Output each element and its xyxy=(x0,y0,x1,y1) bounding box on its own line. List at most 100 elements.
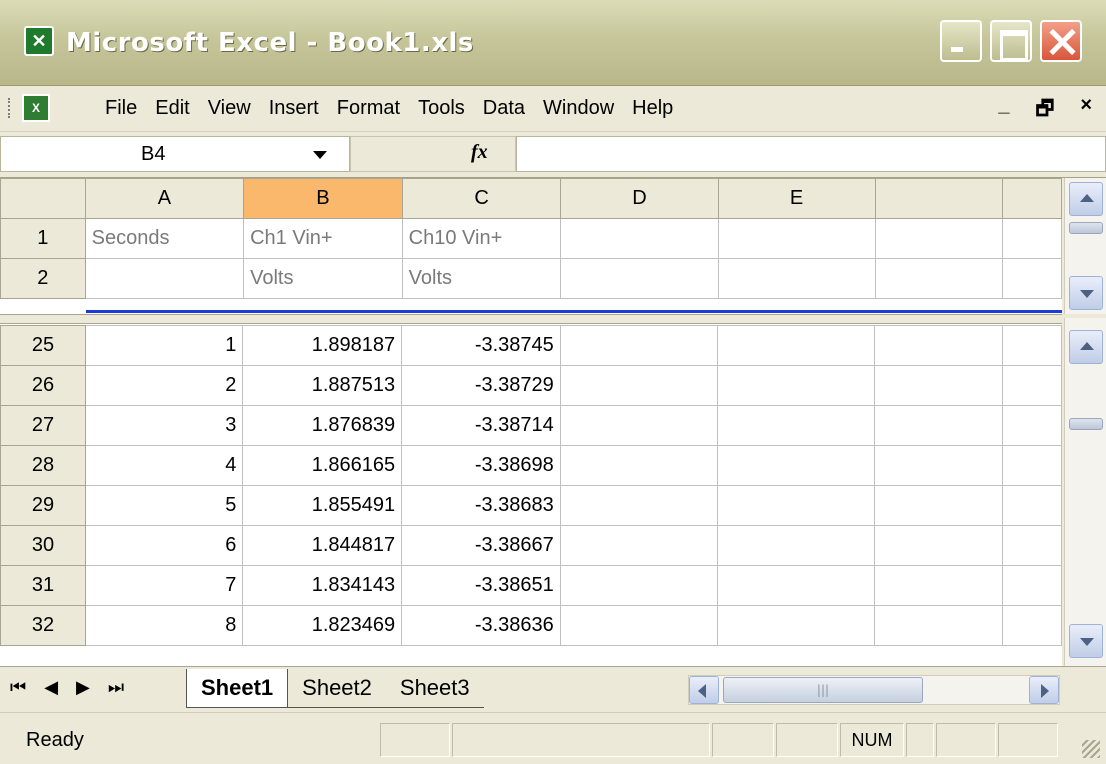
scroll-right-button[interactable] xyxy=(1029,676,1059,704)
cell[interactable]: 8 xyxy=(85,605,244,646)
cell[interactable]: 1.844817 xyxy=(242,525,403,566)
cell[interactable] xyxy=(874,405,1003,446)
toolbar-grip[interactable] xyxy=(8,98,12,118)
name-box-dropdown-icon[interactable] xyxy=(313,151,327,159)
scroll-left-button[interactable] xyxy=(689,676,719,704)
cell[interactable]: 1.823469 xyxy=(242,605,403,646)
cell[interactable] xyxy=(1001,525,1062,566)
cell[interactable]: Ch1 Vin+ xyxy=(243,218,403,259)
doc-restore-icon[interactable]: 🗗 xyxy=(1036,94,1055,128)
cell[interactable]: 1.898187 xyxy=(242,325,403,366)
cell[interactable]: Seconds xyxy=(84,218,245,259)
column-header-e[interactable]: E xyxy=(717,178,876,219)
row-header[interactable]: 31 xyxy=(0,565,87,606)
resize-grip-icon[interactable] xyxy=(1082,740,1100,758)
cell[interactable] xyxy=(716,605,876,646)
scroll-thumb[interactable] xyxy=(1069,418,1103,430)
menu-format[interactable]: Format xyxy=(328,96,409,120)
cell[interactable] xyxy=(560,218,719,259)
cell[interactable] xyxy=(559,485,718,526)
tab-sheet1[interactable]: Sheet1 xyxy=(186,669,289,708)
cell[interactable]: 1.834143 xyxy=(242,565,403,606)
tab-sheet3[interactable]: Sheet3 xyxy=(385,669,484,708)
menu-view[interactable]: View xyxy=(199,96,260,120)
menu-help[interactable]: Help xyxy=(623,96,682,120)
menu-edit[interactable]: Edit xyxy=(146,96,198,120)
cell[interactable] xyxy=(559,325,718,366)
cell[interactable] xyxy=(874,525,1003,566)
menu-window[interactable]: Window xyxy=(534,96,623,120)
cell[interactable]: -3.38651 xyxy=(401,565,561,606)
cell[interactable] xyxy=(560,258,719,299)
cell[interactable]: -3.38745 xyxy=(401,325,561,366)
cell[interactable] xyxy=(717,258,876,299)
pane-split-bar[interactable] xyxy=(0,314,1062,324)
scroll-up-button[interactable] xyxy=(1069,330,1103,364)
cell[interactable] xyxy=(1001,605,1062,646)
cell[interactable] xyxy=(874,445,1003,486)
cell[interactable] xyxy=(874,485,1003,526)
cell[interactable]: -3.38667 xyxy=(401,525,561,566)
scroll-down-button[interactable] xyxy=(1069,624,1103,658)
cell[interactable]: Volts xyxy=(243,258,403,299)
menu-file[interactable]: File xyxy=(96,96,146,120)
cell[interactable] xyxy=(1001,258,1062,299)
cell[interactable] xyxy=(874,605,1003,646)
cell[interactable]: 3 xyxy=(85,405,244,446)
column-header-g[interactable] xyxy=(1001,178,1062,219)
cell[interactable] xyxy=(1001,365,1062,406)
cell[interactable] xyxy=(874,325,1003,366)
column-header-b[interactable]: B xyxy=(243,178,403,219)
cell[interactable]: -3.38714 xyxy=(401,405,561,446)
row-header[interactable]: 28 xyxy=(0,445,87,486)
cell[interactable] xyxy=(874,565,1003,606)
row-header[interactable]: 1 xyxy=(0,218,86,259)
cell[interactable] xyxy=(1001,218,1062,259)
cell[interactable] xyxy=(716,325,876,366)
cell[interactable] xyxy=(559,365,718,406)
scroll-up-button[interactable] xyxy=(1069,182,1103,216)
horizontal-scrollbar[interactable]: ||| xyxy=(688,675,1060,705)
insert-function-button[interactable]: fx xyxy=(350,136,516,172)
row-header[interactable]: 30 xyxy=(0,525,87,566)
cell[interactable]: 6 xyxy=(85,525,244,566)
row-header[interactable]: 2 xyxy=(0,258,86,299)
name-box[interactable]: B4 xyxy=(0,136,350,172)
row-header[interactable]: 27 xyxy=(0,405,87,446)
cell[interactable] xyxy=(874,365,1003,406)
close-button[interactable] xyxy=(1040,20,1082,62)
maximize-button[interactable] xyxy=(990,20,1032,62)
horizontal-scroll-thumb[interactable]: ||| xyxy=(723,677,923,703)
prev-sheet-icon[interactable]: ◀ xyxy=(44,677,58,698)
cell[interactable]: Ch10 Vin+ xyxy=(401,218,562,259)
row-header[interactable]: 26 xyxy=(0,365,87,406)
menu-data[interactable]: Data xyxy=(474,96,534,120)
cell[interactable] xyxy=(1001,485,1062,526)
cell[interactable]: 1.887513 xyxy=(242,365,403,406)
cell[interactable] xyxy=(559,565,718,606)
cell[interactable]: -3.38698 xyxy=(401,445,561,486)
cell[interactable] xyxy=(1001,405,1062,446)
cell[interactable] xyxy=(874,218,1003,259)
top-pane-scrollbar[interactable] xyxy=(1064,178,1106,314)
cell[interactable] xyxy=(1001,445,1062,486)
cell[interactable]: Volts xyxy=(401,258,562,299)
cell[interactable]: 4 xyxy=(85,445,244,486)
cell[interactable] xyxy=(559,525,718,566)
cell[interactable]: -3.38729 xyxy=(401,365,561,406)
menu-insert[interactable]: Insert xyxy=(260,96,328,120)
cell[interactable] xyxy=(1001,325,1062,366)
row-header[interactable]: 29 xyxy=(0,485,87,526)
column-header-a[interactable]: A xyxy=(84,178,245,219)
cell[interactable] xyxy=(874,258,1003,299)
excel-icon[interactable]: ✕ xyxy=(24,26,54,56)
minimize-button[interactable] xyxy=(940,20,982,62)
last-sheet-icon[interactable]: ⏭ xyxy=(108,677,124,698)
doc-minimize-icon[interactable]: _ xyxy=(998,94,1009,128)
cell[interactable] xyxy=(559,605,718,646)
row-header[interactable]: 32 xyxy=(0,605,87,646)
cell[interactable] xyxy=(1001,565,1062,606)
next-sheet-icon[interactable]: ▶ xyxy=(76,677,90,698)
column-header-f[interactable] xyxy=(874,178,1003,219)
cell[interactable]: -3.38636 xyxy=(401,605,561,646)
